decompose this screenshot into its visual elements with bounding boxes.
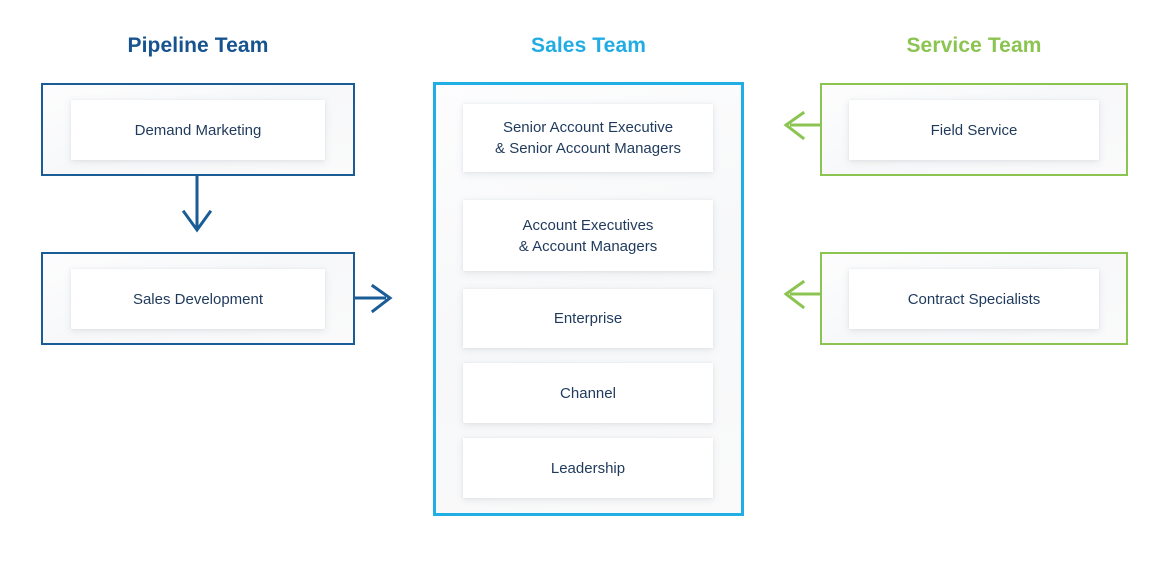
- card-line-1: Senior Account Executive: [502, 119, 674, 136]
- card-label-contract-specialists: Contract Specialists: [907, 290, 1041, 308]
- card-line-2: & Senior Account Managers: [495, 140, 681, 157]
- column-title-pipeline-team: Pipeline Team: [127, 34, 269, 57]
- card-label-senior-account-executive: Senior Account Executive & Senior Account…: [485, 117, 691, 159]
- card-field-service[interactable]: Field Service: [849, 100, 1099, 160]
- arrow-left-icon: [783, 279, 820, 310]
- card-label-channel: Channel: [560, 384, 616, 402]
- arrow-right-icon: [355, 283, 393, 314]
- card-channel[interactable]: Channel: [463, 363, 713, 423]
- card-leadership[interactable]: Leadership: [463, 438, 713, 498]
- card-senior-account-executive[interactable]: Senior Account Executive & Senior Account…: [463, 104, 713, 172]
- card-demand-marketing[interactable]: Demand Marketing: [71, 100, 325, 160]
- org-chart-canvas: Pipeline Team Sales Team Service Team De…: [0, 0, 1169, 575]
- column-title-sales-team: Sales Team: [530, 34, 646, 57]
- card-label-sales-development: Sales Development: [132, 290, 264, 308]
- card-contract-specialists[interactable]: Contract Specialists: [849, 269, 1099, 329]
- card-label-leadership: Leadership: [550, 459, 626, 477]
- card-sales-development[interactable]: Sales Development: [71, 269, 325, 329]
- card-label-field-service: Field Service: [930, 121, 1018, 139]
- card-label-demand-marketing: Demand Marketing: [134, 121, 262, 139]
- card-line-1: Account Executives: [522, 216, 654, 234]
- card-label-enterprise: Enterprise: [553, 310, 623, 327]
- card-label-account-executives: Account Executives & Account Managers: [509, 215, 667, 257]
- arrow-down-icon: [181, 176, 213, 233]
- card-line-2: & Account Managers: [518, 237, 658, 255]
- arrow-left-icon: [783, 110, 820, 141]
- column-title-service-team: Service Team: [906, 34, 1042, 57]
- card-account-executives[interactable]: Account Executives & Account Managers: [463, 200, 713, 271]
- card-enterprise[interactable]: Enterprise: [463, 289, 713, 348]
